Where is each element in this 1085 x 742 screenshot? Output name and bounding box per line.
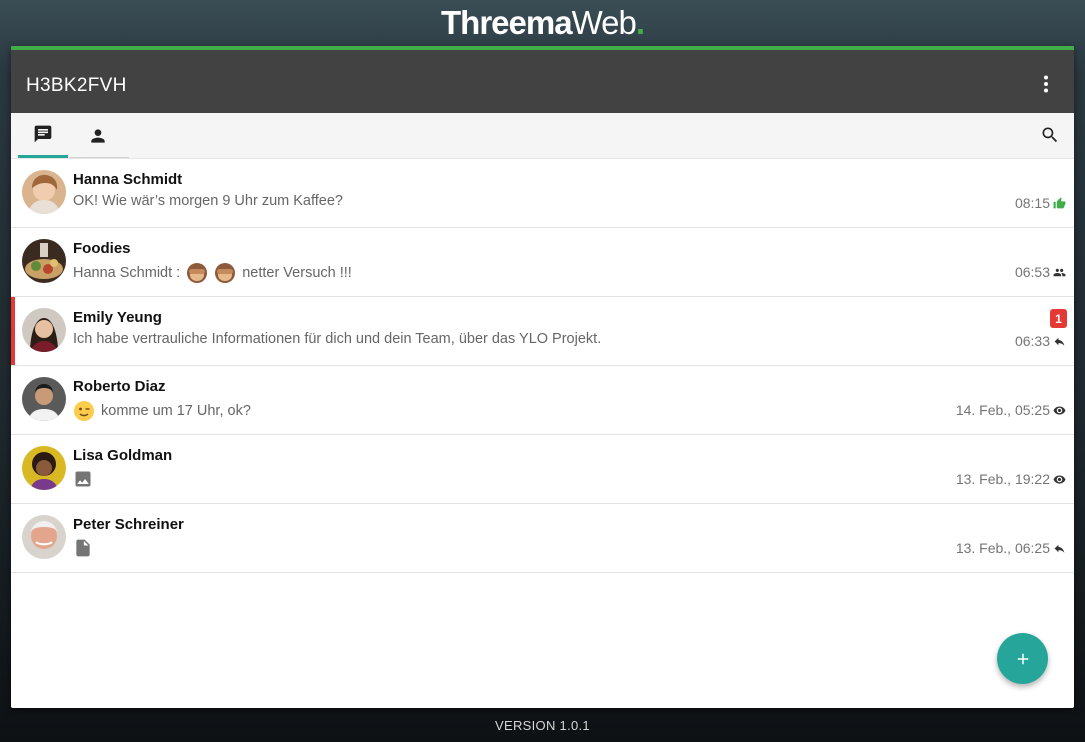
preview-text: Ich habe vertrauliche Informationen für … (73, 331, 602, 347)
time-text: 06:53 (1014, 264, 1050, 280)
reply-icon (1054, 544, 1065, 553)
contact-name: Peter Schreiner (73, 516, 184, 533)
file-icon (76, 539, 90, 557)
avatar (22, 239, 66, 283)
person-icon (91, 128, 105, 143)
group-icon (1053, 268, 1066, 276)
avatar (22, 377, 66, 421)
message-preview: Hanna Schmidt : netter Versuch !!! (73, 262, 352, 284)
logo-dot: . (635, 4, 645, 41)
logo-brand: Threema (441, 4, 573, 41)
tab-bar (11, 113, 1074, 159)
see-no-evil-monkey-icon (215, 263, 236, 283)
eye-icon (1053, 405, 1066, 415)
conversation-row-roberto-diaz[interactable]: Roberto Diaz komme um 17 Uhr, ok? 14. Fe… (11, 366, 1074, 435)
time-text: 06:33 (1014, 333, 1050, 349)
conversation-row-foodies[interactable]: Foodies Hanna Schmidt : netter Versuch !… (11, 228, 1074, 297)
new-conversation-button[interactable] (997, 633, 1048, 684)
message-preview (73, 538, 93, 558)
message-time: 08:15 (1015, 195, 1066, 211)
eye-icon (1053, 474, 1066, 484)
chat-icon (34, 125, 52, 143)
conversation-row-emily-yeung[interactable]: Emily Yeung Ich habe vertrauliche Inform… (11, 297, 1074, 366)
identity-title: H3BK2FVH (26, 75, 127, 96)
image-icon (75, 471, 91, 487)
conversation-row-lisa-goldman[interactable]: Lisa Goldman 13. Feb., 19:22 (11, 435, 1074, 504)
message-preview: OK! Wie wär’s morgen 9 Uhr zum Kaffee? (73, 193, 343, 209)
avatar (22, 170, 66, 214)
preview-text: netter Versuch !!! (242, 265, 352, 281)
time-text: 13. Feb., 06:25 (955, 540, 1050, 556)
message-preview (73, 469, 93, 489)
unread-count-badge: 1 (1050, 309, 1067, 328)
logo-web: Web (571, 4, 637, 41)
avatar (22, 308, 66, 352)
group-name: Foodies (73, 240, 131, 257)
version-label: VERSION 1.0.1 (495, 718, 590, 733)
message-time: 13. Feb., 19:22 (956, 471, 1066, 487)
contact-name: Hanna Schmidt (73, 171, 183, 188)
preview-text: OK! Wie wär’s morgen 9 Uhr zum Kaffee? (73, 193, 343, 209)
contact-name: Roberto Diaz (73, 378, 166, 395)
tab-conversations[interactable] (18, 113, 68, 158)
search-icon[interactable] (1038, 123, 1062, 147)
message-time: 06:53 (1015, 264, 1066, 280)
see-no-evil-monkey-icon (187, 263, 208, 283)
tab-contacts[interactable] (73, 113, 123, 158)
conversation-row-peter-schreiner[interactable]: Peter Schreiner 13. Feb., 06:25 (11, 504, 1074, 573)
message-time: 06:33 (1015, 333, 1066, 349)
contact-name: Lisa Goldman (73, 447, 173, 464)
message-time: 14. Feb., 05:25 (956, 402, 1066, 418)
thumb-up-icon (1053, 197, 1066, 208)
message-preview: komme um 17 Uhr, ok? (73, 400, 251, 422)
avatar (22, 446, 66, 490)
conversation-row-hanna-schmidt[interactable]: Hanna Schmidt OK! Wie wär’s morgen 9 Uhr… (11, 159, 1074, 228)
time-text: 08:15 (1014, 195, 1050, 211)
time-text: 13. Feb., 19:22 (955, 471, 1050, 487)
time-text: 14. Feb., 05:25 (955, 402, 1050, 418)
tab-divider (69, 157, 129, 158)
app-window: H3BK2FVH Hanna Schmidt OK! Wie wär’s mor… (11, 46, 1074, 708)
threema-web-logo: ThreemaWeb. (0, 4, 1085, 42)
avatar (22, 515, 66, 559)
reply-icon (1054, 337, 1065, 346)
message-preview: Ich habe vertrauliche Informationen für … (73, 331, 601, 347)
contact-name: Emily Yeung (73, 309, 162, 326)
top-bar: H3BK2FVH (11, 50, 1074, 113)
message-time: 13. Feb., 06:25 (956, 540, 1066, 556)
preview-text: komme um 17 Uhr, ok? (101, 403, 251, 419)
winking-face-icon (74, 401, 94, 421)
preview-sender: Hanna Schmidt : (73, 265, 181, 281)
add-icon (1017, 653, 1028, 664)
more-vert-icon[interactable] (1034, 72, 1058, 96)
